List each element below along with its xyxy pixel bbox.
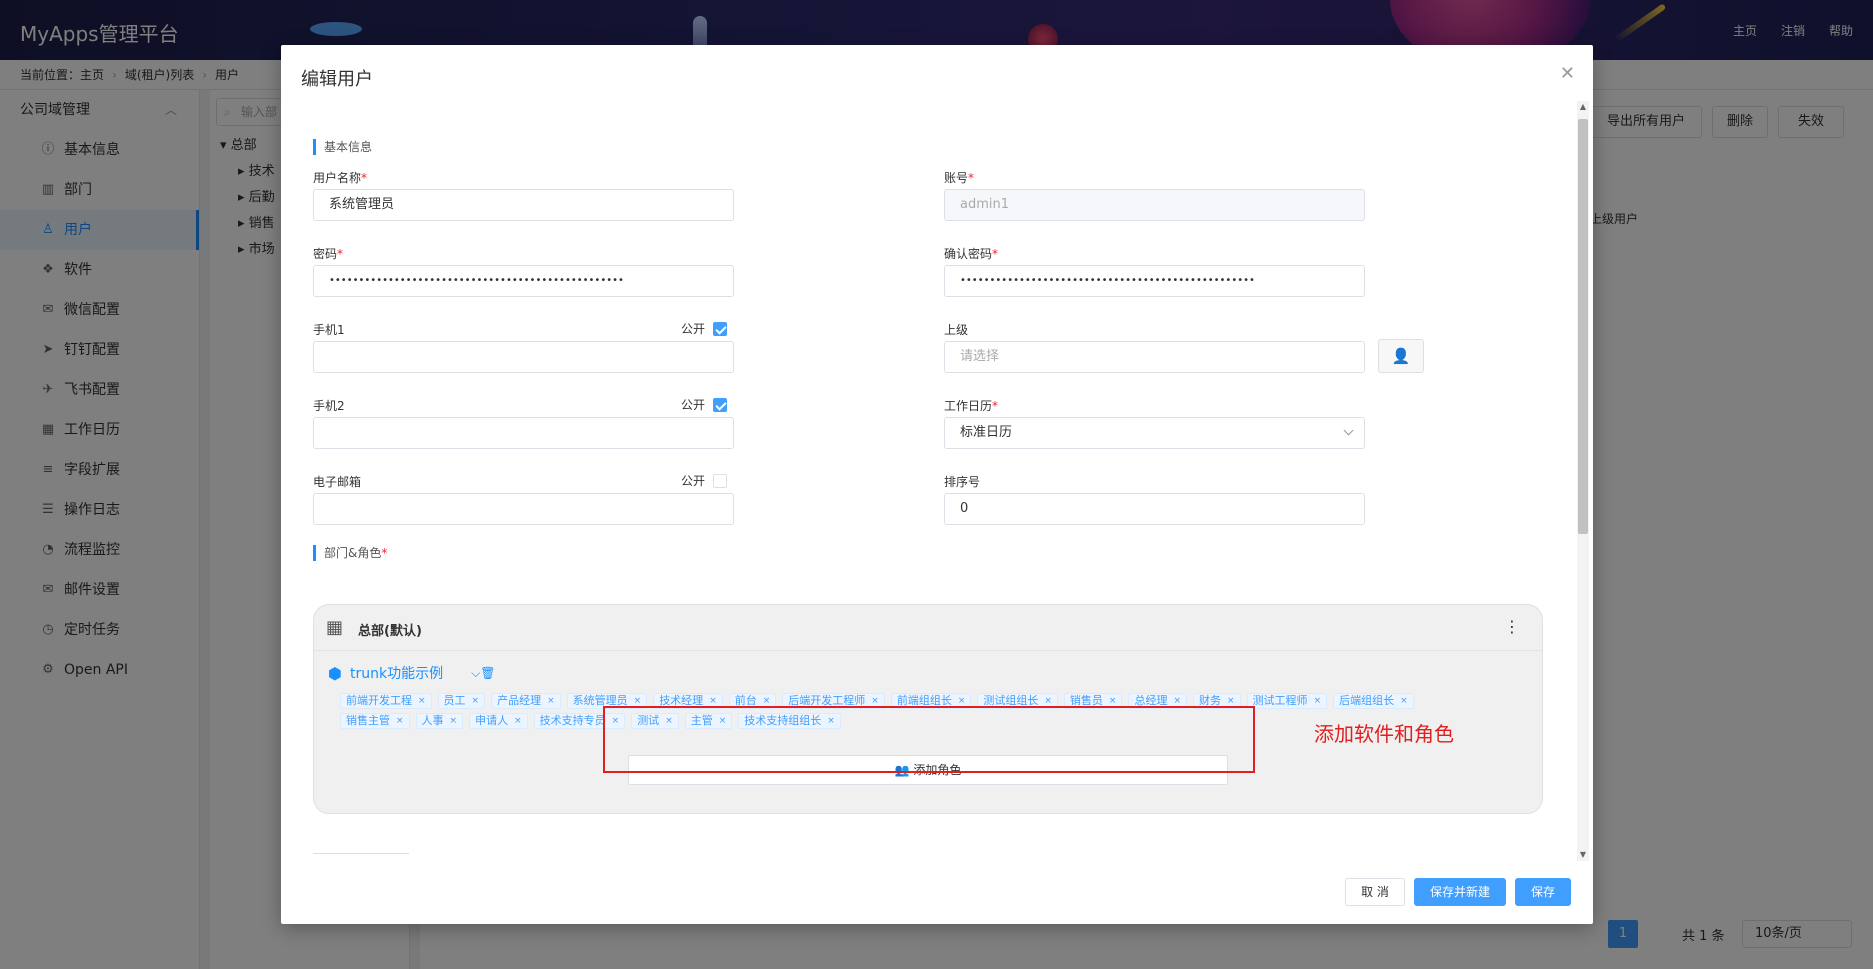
- role-tag: 产品经理 ×: [491, 693, 561, 709]
- role-tag-label: 前端开发工程: [346, 694, 412, 707]
- close-icon[interactable]: ×: [1400, 694, 1408, 708]
- mobile2-public-toggle[interactable]: 公开: [681, 396, 728, 413]
- role-tag-label: 产品经理: [497, 694, 542, 707]
- role-tag: 测试工程师 ×: [1246, 693, 1328, 709]
- mobile2-label: 手机2: [313, 399, 345, 413]
- email-public-toggle[interactable]: 公开: [681, 472, 728, 489]
- account-input: admin1: [944, 189, 1365, 221]
- close-icon[interactable]: ×: [472, 694, 480, 708]
- department-name: 总部(默认): [358, 624, 422, 639]
- password-label: 密码*: [313, 247, 344, 261]
- calendar-select[interactable]: 标准日历: [944, 417, 1365, 449]
- select-superior-button[interactable]: 👤: [1378, 339, 1424, 373]
- mobile2-input[interactable]: [313, 417, 734, 449]
- chevron-down-icon: [1343, 425, 1354, 436]
- annotation-highlight-box: [603, 706, 1255, 773]
- confirm-password-input[interactable]: ••••••••••••••••••••••••••••••••••••••••…: [944, 265, 1365, 297]
- department-card-header: ▦ 总部(默认) ⋮: [314, 605, 1542, 651]
- software-name[interactable]: trunk功能示例: [350, 663, 443, 683]
- cube-icon: ⬢: [328, 663, 342, 683]
- save-button[interactable]: 保存: [1515, 878, 1571, 906]
- order-label: 排序号: [944, 475, 981, 489]
- calendar-label: 工作日历*: [944, 399, 999, 413]
- account-label: 账号*: [944, 171, 975, 185]
- dialog-title: 编辑用户: [301, 69, 373, 90]
- section-dept-roles: 部门&角色*: [313, 545, 387, 561]
- annotation-text: 添加软件和角色: [1314, 722, 1454, 746]
- role-tag-label: 员工: [443, 694, 466, 707]
- role-tag-label: 销售主管: [346, 714, 390, 727]
- building-icon: ▦: [326, 617, 344, 638]
- mobile1-public-toggle[interactable]: 公开: [681, 320, 728, 337]
- username-label: 用户名称*: [313, 171, 368, 185]
- chevron-down-icon[interactable]: ⌵: [471, 666, 480, 680]
- username-input[interactable]: 系统管理员: [313, 189, 734, 221]
- role-tag-label: 技术支持专员: [539, 714, 606, 727]
- mobile1-label: 手机1: [313, 323, 345, 337]
- software-actions: ⌵🗑: [471, 666, 495, 681]
- password-input[interactable]: ••••••••••••••••••••••••••••••••••••••••…: [313, 265, 734, 297]
- role-tag-label: 后端组组长: [1339, 694, 1395, 707]
- close-icon[interactable]: ×: [547, 694, 555, 708]
- role-tag-label: 人事: [421, 714, 444, 727]
- confirm-password-label: 确认密码*: [944, 247, 999, 261]
- software-row: ⬢ trunk功能示例 ⌵🗑: [328, 663, 495, 683]
- role-tag: 后端组组长 ×: [1333, 693, 1414, 709]
- trash-icon[interactable]: 🗑: [480, 666, 495, 680]
- cancel-button[interactable]: 取 消: [1345, 878, 1405, 906]
- close-icon[interactable]: ×: [396, 714, 404, 728]
- role-tag-label: 测试工程师: [1252, 694, 1308, 707]
- role-tag: 销售主管 ×: [340, 713, 410, 729]
- close-icon[interactable]: ×: [514, 714, 522, 728]
- section-basic-info: 基本信息: [313, 139, 372, 155]
- more-vertical-icon[interactable]: ⋮: [1504, 617, 1520, 636]
- close-icon[interactable]: ×: [450, 714, 458, 728]
- role-tag: 前端开发工程 ×: [340, 693, 432, 709]
- email-input[interactable]: [313, 493, 734, 525]
- order-input[interactable]: 0: [944, 493, 1365, 525]
- mobile1-input[interactable]: [313, 341, 734, 373]
- divider: [313, 853, 409, 854]
- mobile1-public-checkbox[interactable]: [713, 321, 728, 336]
- role-tag: 申请人 ×: [469, 713, 528, 729]
- email-label: 电子邮箱: [313, 475, 362, 489]
- user-icon: 👤: [1391, 347, 1411, 365]
- role-tag: 员工 ×: [437, 693, 486, 709]
- close-icon[interactable]: ×: [1314, 694, 1322, 708]
- close-icon[interactable]: ✕: [1560, 63, 1575, 84]
- email-public-checkbox[interactable]: [713, 473, 728, 488]
- superior-label: 上级: [944, 323, 969, 337]
- superior-input[interactable]: 请选择: [944, 341, 1365, 373]
- role-tag-label: 申请人: [475, 714, 509, 727]
- role-tag: 人事 ×: [415, 713, 464, 729]
- close-icon[interactable]: ×: [418, 694, 426, 708]
- save-and-new-button[interactable]: 保存并新建: [1414, 878, 1506, 906]
- mobile2-public-checkbox[interactable]: [713, 397, 728, 412]
- edit-user-dialog: 编辑用户 ✕ ▲ ▼ 基本信息 用户名称* 系统管理员 账号* admin1 密…: [281, 45, 1593, 924]
